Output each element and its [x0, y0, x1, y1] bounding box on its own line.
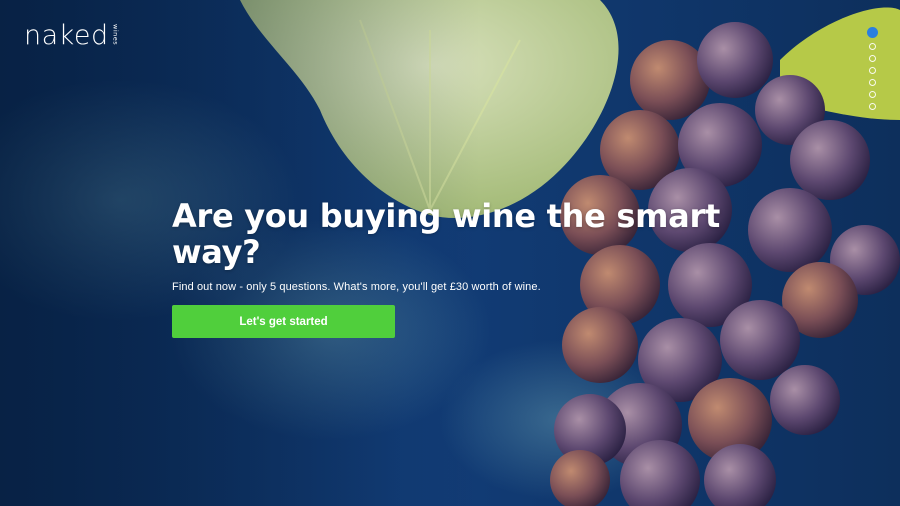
hero-headline: Are you buying wine the smart way? — [172, 197, 720, 271]
pagination-dot[interactable] — [869, 67, 876, 74]
pagination-dot[interactable] — [869, 79, 876, 86]
hero-content: Are you buying wine the smart way? Find … — [172, 198, 732, 338]
hero-subtext: Find out now - only 5 questions. What's … — [172, 281, 541, 293]
logo-wordmark: naked — [24, 20, 109, 51]
pagination-dot[interactable] — [869, 103, 876, 110]
slide-pagination — [867, 27, 878, 110]
logo-subtitle: wines — [111, 24, 120, 46]
pagination-dot[interactable] — [869, 55, 876, 62]
pagination-dot[interactable] — [869, 91, 876, 98]
pagination-dot[interactable] — [869, 43, 876, 50]
brand-logo[interactable]: naked wines — [24, 22, 120, 49]
get-started-button[interactable]: Let's get started — [172, 305, 395, 338]
pagination-dot-active[interactable] — [867, 27, 878, 38]
